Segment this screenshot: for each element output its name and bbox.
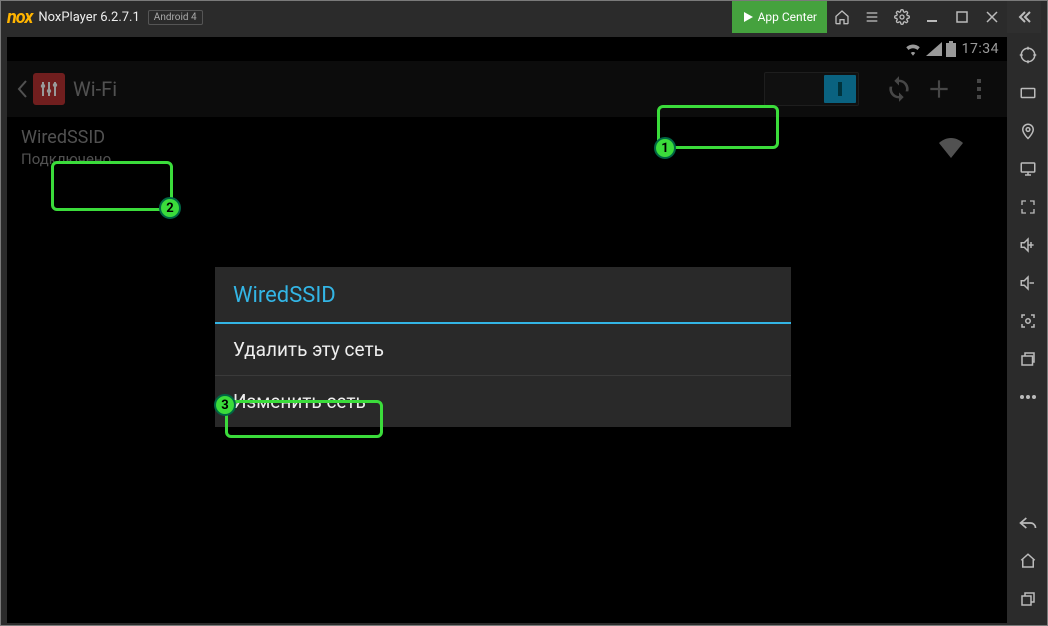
- home-icon[interactable]: [827, 1, 857, 33]
- modify-network-item[interactable]: Изменить сеть: [215, 376, 791, 427]
- cursor-icon[interactable]: [1009, 37, 1047, 73]
- android-back-icon[interactable]: [1009, 505, 1047, 541]
- minimize-icon[interactable]: [917, 1, 947, 33]
- fullscreen-icon[interactable]: [1009, 189, 1047, 225]
- nox-logo: nox: [7, 7, 32, 28]
- android-version-badge: Android 4: [148, 10, 203, 25]
- app-center-button[interactable]: App Center: [732, 1, 827, 33]
- close-icon[interactable]: [977, 1, 1007, 33]
- settings-gear-icon[interactable]: [887, 1, 917, 33]
- app-center-label: App Center: [758, 10, 817, 24]
- expand-sidebar-icon[interactable]: [1007, 1, 1041, 33]
- maximize-icon[interactable]: [947, 1, 977, 33]
- android-home-icon[interactable]: [1009, 543, 1047, 579]
- play-icon: [742, 11, 754, 23]
- location-icon[interactable]: [1009, 113, 1047, 149]
- titlebar: nox NoxPlayer 6.2.7.1 Android 4 App Cent…: [1, 1, 1047, 33]
- app-title: NoxPlayer 6.2.7.1: [38, 10, 139, 25]
- menu-lines-icon[interactable]: [857, 1, 887, 33]
- volume-up-icon[interactable]: [1009, 227, 1047, 263]
- android-screen: 17:34 Wi-Fi: [7, 37, 1007, 623]
- multi-instance-icon[interactable]: [1009, 341, 1047, 377]
- more-icon[interactable]: [1009, 379, 1047, 415]
- forget-network-item[interactable]: Удалить эту сеть: [215, 324, 791, 376]
- right-toolbar: [1009, 33, 1047, 625]
- my-computer-icon[interactable]: [1009, 151, 1047, 187]
- dialog-title: WiredSSID: [215, 267, 791, 322]
- keyboard-icon[interactable]: [1009, 75, 1047, 111]
- nox-window: nox NoxPlayer 6.2.7.1 Android 4 App Cent…: [0, 0, 1048, 626]
- volume-down-icon[interactable]: [1009, 265, 1047, 301]
- android-recents-icon[interactable]: [1009, 581, 1047, 617]
- screenshot-icon[interactable]: [1009, 303, 1047, 339]
- network-context-dialog: WiredSSID Удалить эту сеть Изменить сеть: [215, 267, 791, 427]
